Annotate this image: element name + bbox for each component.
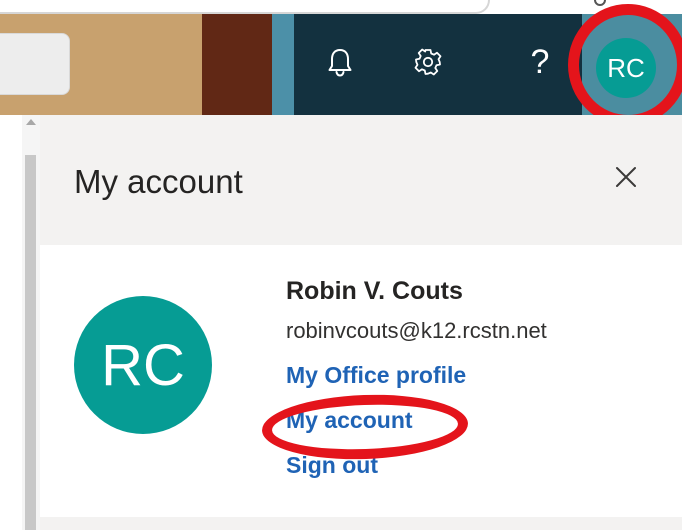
close-icon	[616, 167, 636, 187]
my-office-profile-link[interactable]: My Office profile	[286, 362, 466, 389]
panel-body: RC Robin V. Couts robinvcouts@k12.rcstn.…	[40, 245, 682, 530]
scrollbar[interactable]	[22, 115, 40, 530]
close-button[interactable]	[608, 159, 644, 195]
search-input[interactable]	[0, 33, 70, 95]
gear-icon	[414, 48, 442, 76]
scrollbar-thumb[interactable]	[25, 155, 36, 530]
panel-title: My account	[74, 163, 243, 200]
browser-control-icon	[594, 0, 606, 6]
browser-strip	[0, 0, 682, 14]
banner-teal	[272, 14, 294, 115]
panel-header: My account	[40, 115, 682, 245]
top-nav-bar: ? RC	[0, 0, 682, 115]
scroll-up-icon[interactable]	[26, 119, 36, 125]
notifications-button[interactable]	[318, 40, 362, 84]
settings-button[interactable]	[406, 40, 450, 84]
account-panel: My account RC Robin V. Couts robinvcouts…	[40, 115, 682, 530]
user-avatar: RC	[74, 296, 212, 434]
help-icon: ?	[530, 43, 550, 81]
panel-divider	[40, 517, 682, 530]
browser-address-edge	[0, 0, 490, 14]
help-button[interactable]: ?	[518, 40, 562, 84]
user-email: robinvcouts@k12.rcstn.net	[286, 318, 547, 343]
bell-icon	[328, 49, 352, 77]
screen: ? RC My account RC Robin V. Couts robinv…	[0, 0, 682, 530]
sign-out-link[interactable]: Sign out	[286, 452, 378, 479]
banner-brown	[202, 14, 272, 115]
account-manager-button[interactable]: RC	[596, 38, 656, 98]
user-name: Robin V. Couts	[286, 277, 463, 305]
my-account-link[interactable]: My account	[286, 407, 413, 434]
